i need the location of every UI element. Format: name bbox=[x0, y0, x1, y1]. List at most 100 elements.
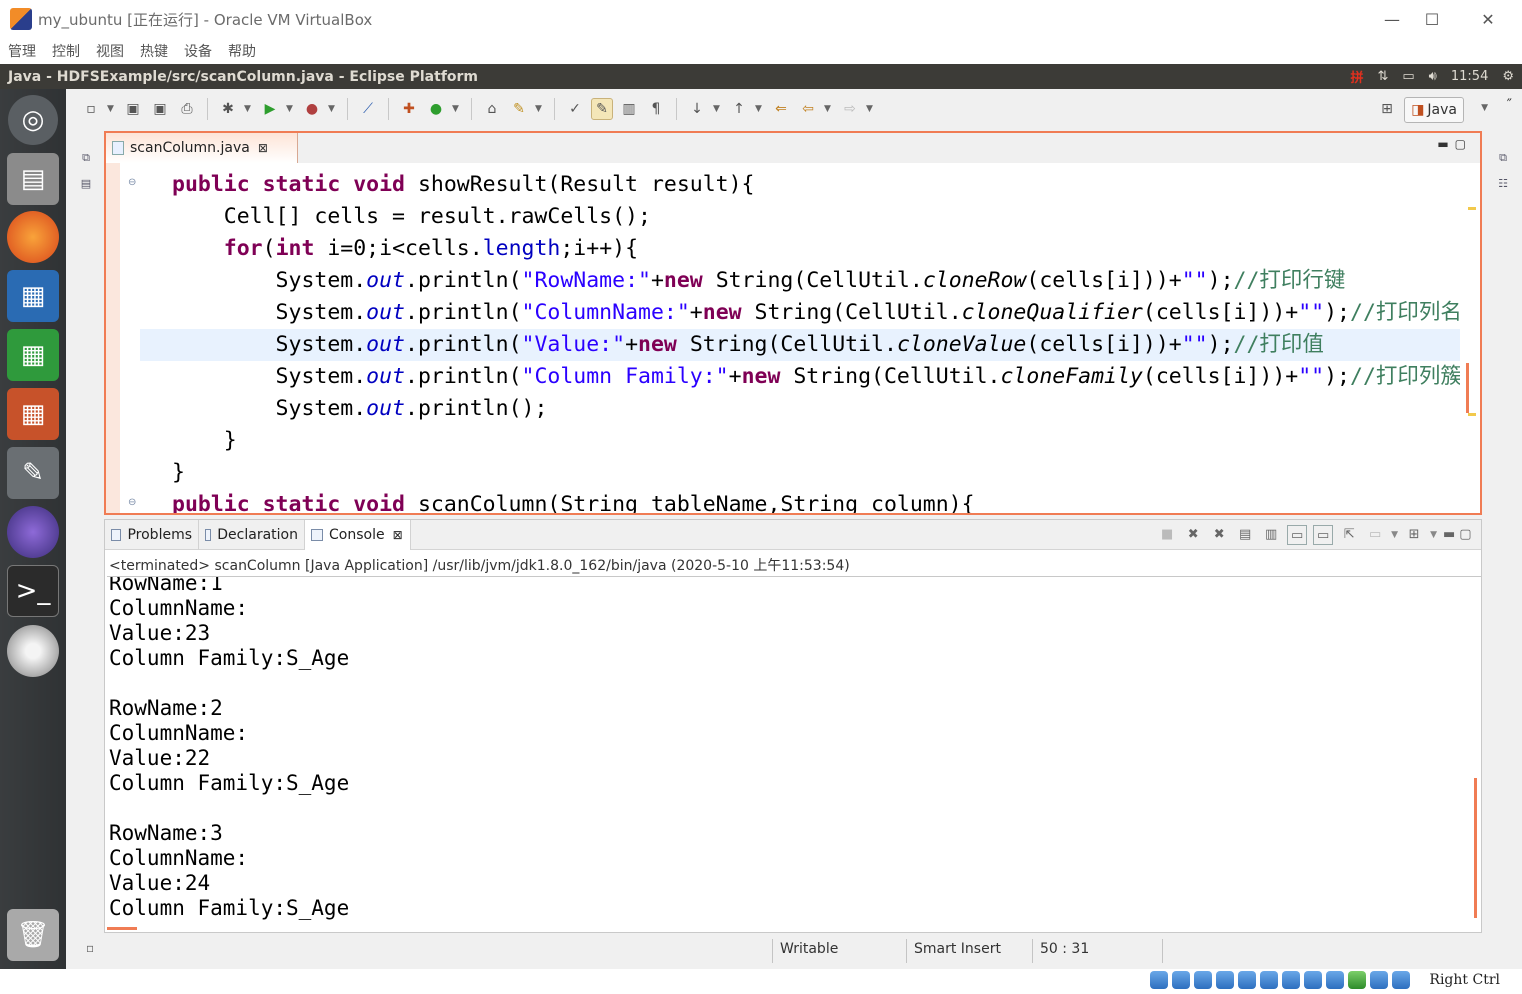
minimize-button[interactable]: — bbox=[1372, 6, 1412, 32]
clock[interactable]: 11:54 bbox=[1451, 69, 1488, 84]
code-line[interactable]: Cell[] cells = result.rawCells(); bbox=[140, 201, 1460, 233]
session-gear-icon[interactable]: ⚙ bbox=[1502, 69, 1514, 84]
new-java-project-icon[interactable]: ✚ bbox=[398, 98, 420, 120]
next-annotation-dropdown-icon[interactable]: ▼ bbox=[713, 104, 723, 114]
annotation-icon[interactable]: ✓ bbox=[564, 98, 586, 120]
mark-occurrences-icon[interactable]: ✎ bbox=[591, 98, 613, 120]
save-icon[interactable]: ▣ bbox=[122, 98, 144, 120]
previous-annotation-dropdown-icon[interactable]: ▼ bbox=[755, 104, 765, 114]
package-explorer-icon[interactable]: ▤ bbox=[77, 177, 95, 195]
code-line[interactable]: } bbox=[140, 425, 1460, 457]
scroll-lock-icon[interactable]: ▥ bbox=[1261, 525, 1281, 545]
forward-icon[interactable]: ⇨ bbox=[839, 98, 861, 120]
code-line[interactable]: } bbox=[140, 457, 1460, 489]
trash-icon[interactable]: 🗑︎ bbox=[7, 909, 59, 961]
code-area[interactable]: public static void showResult(Result res… bbox=[140, 163, 1460, 513]
display-console-dropdown-icon[interactable]: ▼ bbox=[1391, 530, 1398, 540]
menu-control[interactable]: 控制 bbox=[52, 41, 80, 61]
block-selection-icon[interactable]: ▥ bbox=[618, 98, 640, 120]
fast-view-icon[interactable]: ▫ bbox=[86, 941, 94, 955]
close-tab-icon[interactable]: ⊠ bbox=[258, 141, 268, 155]
debug-dropdown-icon[interactable]: ▼ bbox=[244, 104, 254, 114]
back-icon[interactable]: ⇦ bbox=[797, 98, 819, 120]
files-icon[interactable]: ▤ bbox=[7, 153, 59, 205]
tab-problems[interactable]: Problems bbox=[105, 520, 199, 550]
clear-console-icon[interactable]: ▤ bbox=[1235, 525, 1255, 545]
outline-icon[interactable]: ☷ bbox=[1494, 177, 1512, 195]
remove-all-launches-icon[interactable]: ✖ bbox=[1209, 525, 1229, 545]
search-icon[interactable]: ✎ bbox=[508, 98, 530, 120]
ubuntu-dash-icon[interactable]: ◎ bbox=[8, 95, 58, 145]
perspective-dropdown-icon[interactable]: ▼ bbox=[1481, 103, 1488, 113]
open-perspective-icon[interactable]: ⊞ bbox=[1376, 98, 1398, 120]
keyboard-icon[interactable] bbox=[1370, 971, 1388, 989]
audio-icon[interactable] bbox=[1194, 971, 1212, 989]
eclipse-icon[interactable] bbox=[7, 506, 59, 558]
print-icon[interactable]: ⎙ bbox=[176, 98, 198, 120]
run-dropdown-icon[interactable]: ▼ bbox=[286, 104, 296, 114]
overview-ruler[interactable] bbox=[1466, 163, 1478, 513]
open-console-dropdown-icon[interactable]: ▼ bbox=[1430, 530, 1437, 540]
host-key-arrow-icon[interactable] bbox=[1392, 971, 1410, 989]
menu-hotkeys[interactable]: 热键 bbox=[140, 41, 168, 61]
previous-annotation-icon[interactable]: ↑ bbox=[728, 98, 750, 120]
external-tools-dropdown-icon[interactable]: ▼ bbox=[328, 104, 338, 114]
new-icon[interactable]: ▫ bbox=[80, 98, 102, 120]
back-dropdown-icon[interactable]: ▼ bbox=[824, 104, 834, 114]
new-class-dropdown-icon[interactable]: ▼ bbox=[452, 104, 462, 114]
code-line[interactable]: System.out.println("Column Family:"+new … bbox=[140, 361, 1460, 393]
last-edit-location-icon[interactable]: ⇐ bbox=[770, 98, 792, 120]
firefox-icon[interactable] bbox=[7, 211, 59, 263]
editor-minmax-controls[interactable]: ▬▢ bbox=[1437, 137, 1472, 151]
show-whitespace-icon[interactable]: ¶ bbox=[645, 98, 667, 120]
code-line[interactable]: public static void showResult(Result res… bbox=[140, 169, 1460, 201]
skip-breakpoints-icon[interactable]: ⟋ bbox=[357, 98, 379, 120]
libreoffice-writer-icon[interactable]: ▦ bbox=[7, 270, 59, 322]
system-settings-icon[interactable]: ✎ bbox=[7, 447, 59, 499]
tab-declaration[interactable]: Declaration bbox=[199, 520, 305, 550]
toolbar-overflow-icon[interactable]: ″ bbox=[1507, 97, 1512, 113]
libreoffice-calc-icon[interactable]: ▦ bbox=[7, 329, 59, 381]
open-type-icon[interactable]: ⌂ bbox=[481, 98, 503, 120]
code-line[interactable]: System.out.println(); bbox=[140, 393, 1460, 425]
run-icon[interactable]: ▶ bbox=[259, 98, 281, 120]
network-icon[interactable]: ⇅ bbox=[1377, 69, 1388, 84]
hard-disk-icon[interactable] bbox=[1150, 971, 1168, 989]
fold-toggle-icon[interactable]: ⊖ bbox=[128, 497, 136, 508]
external-tools-icon[interactable]: ● bbox=[301, 98, 323, 120]
video-capture-icon[interactable] bbox=[1304, 971, 1322, 989]
console-output[interactable]: RowName:1 ColumnName: Value:23 Column Famil… bbox=[105, 577, 1465, 927]
terminal-icon[interactable]: >_ bbox=[7, 565, 59, 617]
debug-icon[interactable]: ✱ bbox=[217, 98, 239, 120]
fold-toggle-icon[interactable]: ⊖ bbox=[128, 177, 136, 188]
tab-console[interactable]: Console ⊠ bbox=[305, 520, 411, 550]
dvd-icon[interactable] bbox=[7, 625, 59, 677]
mouse-integration-icon[interactable] bbox=[1348, 971, 1366, 989]
console-minmax-controls[interactable]: ▬▢ bbox=[1443, 525, 1473, 545]
menu-view[interactable]: 视图 bbox=[96, 41, 124, 61]
pin-console-icon[interactable]: ⇱ bbox=[1339, 525, 1359, 545]
next-annotation-icon[interactable]: ↓ bbox=[686, 98, 708, 120]
menu-devices[interactable]: 设备 bbox=[184, 41, 212, 61]
java-perspective-button[interactable]: ◨ Java bbox=[1404, 97, 1464, 123]
code-line[interactable]: public static void scanColumn(String tab… bbox=[140, 489, 1460, 513]
code-line[interactable]: System.out.println("Value:"+new String(C… bbox=[140, 329, 1460, 361]
network-adapter-icon[interactable] bbox=[1216, 971, 1234, 989]
menu-help[interactable]: 帮助 bbox=[228, 41, 256, 61]
input-method-icon[interactable]: 拼 bbox=[1350, 67, 1363, 86]
code-line[interactable]: System.out.println("ColumnName:"+new Str… bbox=[140, 297, 1460, 329]
new-dropdown-icon[interactable]: ▼ bbox=[107, 104, 117, 114]
shared-folders-icon[interactable] bbox=[1260, 971, 1278, 989]
menu-manage[interactable]: 管理 bbox=[8, 41, 36, 61]
terminate-icon[interactable]: ■ bbox=[1157, 525, 1177, 545]
libreoffice-impress-icon[interactable]: ▦ bbox=[7, 388, 59, 440]
optical-drive-icon[interactable] bbox=[1172, 971, 1190, 989]
display-console-icon[interactable]: ▭ bbox=[1365, 525, 1385, 545]
code-line[interactable]: System.out.println("RowName:"+new String… bbox=[140, 265, 1460, 297]
cpu-icon[interactable] bbox=[1326, 971, 1344, 989]
close-console-tab-icon[interactable]: ⊠ bbox=[393, 528, 403, 542]
usb-icon[interactable] bbox=[1238, 971, 1256, 989]
editor-tab-scancolumn[interactable]: scanColumn.java ⊠ bbox=[106, 133, 298, 163]
remove-launch-icon[interactable]: ✖ bbox=[1183, 525, 1203, 545]
forward-dropdown-icon[interactable]: ▼ bbox=[866, 104, 876, 114]
